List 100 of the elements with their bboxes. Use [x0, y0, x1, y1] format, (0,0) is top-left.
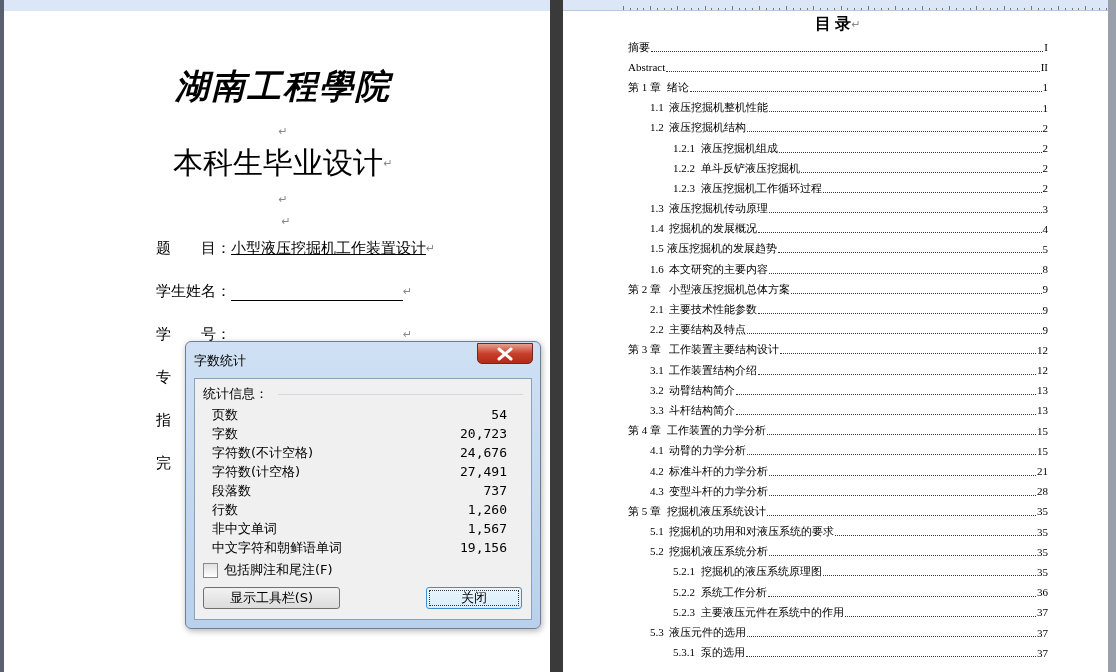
page-number: 8 [1042, 263, 1048, 276]
toc-entry[interactable]: 1.5 液压挖掘机的发展趋势 [650, 241, 777, 257]
page-number: II [1040, 61, 1048, 74]
toc-entry[interactable]: 第 2 章 小型液压挖掘机总体方案 [628, 281, 791, 297]
page-number: 13 [1037, 384, 1048, 397]
page-number: 12 [1037, 343, 1048, 356]
page-number: 2 [1042, 162, 1048, 175]
paragraph-mark: ↵ [851, 17, 861, 31]
field-label: 指 [156, 411, 171, 430]
page-number: 15 [1037, 444, 1048, 457]
toc-entry[interactable]: 4.2 标准斗杆的力学分析 [650, 463, 769, 479]
page-number: 15 [1037, 424, 1048, 437]
toc-entry[interactable]: 第 5 章 挖掘机液压系统设计 [628, 503, 766, 519]
page-number: 5 [1042, 242, 1048, 255]
paragraph-mark: ↵ [383, 156, 393, 170]
field-label: 完 [156, 454, 171, 473]
toc-entry[interactable]: 5.2.2 系统工作分析 [673, 584, 767, 600]
toc-entry[interactable]: 第 4 章 工作装置的力学分析 [628, 423, 766, 439]
stat-value: 1,567 [467, 521, 507, 536]
close-button[interactable] [477, 343, 533, 364]
stat-label: 字符数(计空格) [212, 462, 301, 481]
toc-entry[interactable]: 5.1 挖掘机的功用和对液压系统的要求 [650, 524, 835, 540]
toc-entry[interactable]: 1.3 液压挖掘机传动原理 [650, 201, 769, 217]
page-number: 28 [1037, 485, 1048, 498]
stat-value: 54 [491, 407, 507, 422]
toc-entry[interactable]: 1.2 液压挖掘机结构 [650, 120, 747, 136]
page-number: 35 [1037, 565, 1048, 578]
page-number: 21 [1037, 465, 1048, 478]
stat-value: 24,676 [460, 445, 507, 460]
checkbox-label[interactable]: 包括脚注和尾注(F) [224, 561, 333, 579]
stat-label: 页数 [212, 405, 238, 424]
ruler[interactable] [563, 0, 1108, 11]
toc-entry[interactable]: 1.2.2 单斗反铲液压挖掘机 [673, 160, 800, 176]
stat-value: 737 [483, 483, 507, 498]
page-number: 35 [1037, 525, 1048, 538]
dialog-button[interactable]: 关闭 [426, 587, 522, 609]
dialog-title: 字数统计 [194, 352, 246, 370]
field-label: 学生姓名： [156, 282, 231, 301]
document-heading: 本科生毕业设计 [173, 143, 384, 182]
paragraph-mark: ↵ [281, 214, 291, 228]
toc-entry[interactable]: Abstract [628, 61, 666, 74]
toc-entry[interactable]: 1.2.3 液压挖掘机工作循环过程 [673, 180, 822, 196]
toc-entry[interactable]: 第 3 章 工作装置主要结构设计 [628, 342, 780, 358]
page-number: 9 [1042, 283, 1048, 296]
paragraph-mark: ↵ [278, 192, 288, 206]
page-number: 2 [1042, 182, 1048, 195]
field-label: 专 [156, 368, 171, 387]
dialog-button[interactable]: 显示工具栏(S) [203, 587, 340, 609]
page-number: 1 [1042, 101, 1048, 114]
toc-entry[interactable]: 摘要 [628, 39, 650, 55]
page-number: I [1044, 41, 1048, 54]
page-number: 13 [1037, 404, 1048, 417]
paragraph-mark: ↵ [278, 124, 288, 138]
toc-entry[interactable]: 2.1 主要技术性能参数 [650, 302, 758, 318]
toc-entry[interactable]: 4.3 变型斗杆的力学分析 [650, 483, 769, 499]
paragraph-mark: ↵ [403, 328, 413, 341]
page-number: 35 [1037, 505, 1048, 518]
toc-entry[interactable]: 第 1 章 绪论 [628, 79, 689, 95]
stat-value: 20,723 [460, 426, 507, 441]
page-number: 9 [1042, 323, 1048, 336]
toc-entry[interactable]: 5.3 液压元件的选用 [650, 625, 747, 641]
page-number: 3 [1042, 202, 1048, 215]
toc-entry[interactable]: 5.2 挖掘机液压系统分析 [650, 544, 769, 560]
toc-entry[interactable]: 4.1 动臂的力学分析 [650, 443, 747, 459]
page-number: 36 [1037, 586, 1048, 599]
toc-entry[interactable]: 1.1 液压挖掘机整机性能 [650, 100, 769, 116]
page-number: 4 [1042, 222, 1048, 235]
toc-entry[interactable]: 1.6 本文研究的主要内容 [650, 261, 769, 277]
field-label: 学 号： [156, 325, 231, 344]
toc-title: 目 录 [815, 13, 852, 34]
toc-entry[interactable]: 1.2.1 液压挖掘机组成 [673, 140, 778, 156]
group-label: 统计信息： [203, 385, 268, 403]
toc-entry[interactable]: 3.2 动臂结构简介 [650, 382, 736, 398]
close-icon [496, 346, 514, 361]
checkbox[interactable] [203, 562, 218, 578]
toc-entry[interactable]: 5.2.1 挖掘机的液压系统原理图 [673, 564, 822, 580]
page-number: 2 [1042, 121, 1048, 134]
page-number: 2 [1042, 142, 1048, 155]
toc-entry[interactable]: 2.2 主要结构及特点 [650, 322, 747, 338]
page-number: 35 [1037, 545, 1048, 558]
toc-entry[interactable]: 5.2.3 主要液压元件在系统中的作用 [673, 604, 844, 620]
page-number: 12 [1037, 364, 1048, 377]
page-number: 9 [1042, 303, 1048, 316]
stat-label: 行数 [212, 500, 238, 519]
paragraph-mark: ↵ [403, 285, 413, 298]
stat-label: 段落数 [212, 481, 251, 500]
stat-label: 字数 [212, 424, 238, 443]
stat-value: 27,491 [460, 464, 507, 479]
stat-label: 字符数(不计空格) [212, 443, 314, 462]
toc-entry[interactable]: 1.4 挖掘机的发展概况 [650, 221, 758, 237]
toc-entry[interactable]: 3.1 工作装置结构介绍 [650, 362, 758, 378]
page-number: 37 [1037, 606, 1048, 619]
stat-value: 19,156 [460, 540, 507, 555]
page-number: 1 [1042, 81, 1048, 94]
field-value: 小型液压挖掘机工作装置设计 [231, 239, 426, 258]
field-label: 题 目： [156, 239, 231, 258]
toc-entry[interactable]: 5.3.1 泵的选用 [673, 645, 745, 661]
stat-label: 非中文单词 [212, 519, 277, 538]
toc-entry[interactable]: 3.3 斗杆结构简介 [650, 402, 736, 418]
paragraph-mark: ↵ [426, 242, 436, 255]
